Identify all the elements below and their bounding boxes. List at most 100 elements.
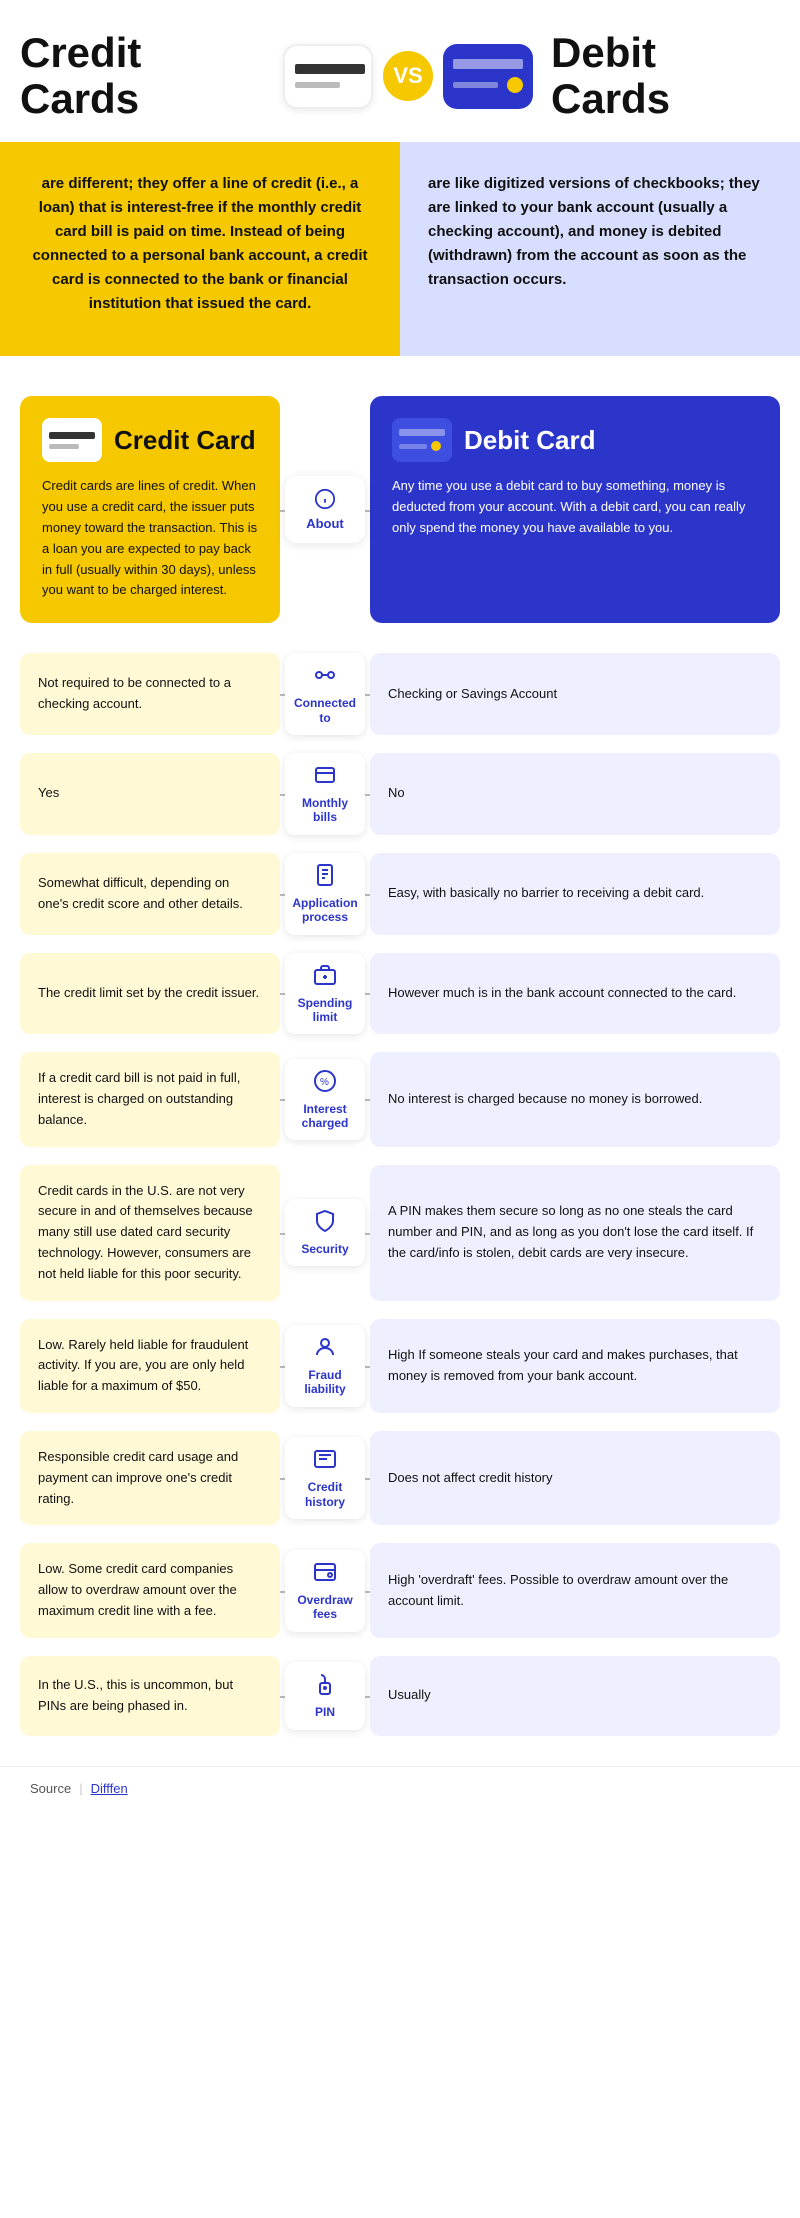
comp-right-cell-5: A PIN makes them secure so long as no on… (370, 1165, 780, 1301)
comp-center-cell-1: Monthly bills (280, 753, 370, 835)
comp-center-box-3: Spending limit (285, 953, 365, 1035)
comp-left-cell-5: Credit cards in the U.S. are not very se… (20, 1165, 280, 1301)
intro-debit-text: are like digitized versions of checkbook… (428, 175, 760, 288)
row-icon-4: % (313, 1069, 337, 1098)
comp-center-box-7: Credit history (285, 1437, 365, 1519)
comp-row: Responsible credit card usage and paymen… (20, 1431, 780, 1525)
row-label-6: Fraud liability (291, 1368, 359, 1397)
comp-right-cell-7: Does not affect credit history (370, 1431, 780, 1525)
comp-row: The credit limit set by the credit issue… (20, 953, 780, 1035)
row-label-8: Overdraw fees (291, 1593, 359, 1622)
comp-center-box-8: Overdraw fees (285, 1550, 365, 1632)
row-label-9: PIN (315, 1705, 335, 1719)
comp-center-cell-9: PIN (280, 1656, 370, 1736)
comp-center-cell-3: Spending limit (280, 953, 370, 1035)
vs-badge: VS (383, 51, 433, 101)
comp-center-cell-0: Connected to (280, 653, 370, 735)
icon-stripe-4 (399, 444, 427, 449)
comp-center-box-5: Security (285, 1199, 365, 1266)
comp-left-cell-8: Low. Some credit card companies allow to… (20, 1543, 280, 1637)
intro-section: are different; they offer a line of cred… (0, 142, 800, 356)
comp-row: In the U.S., this is uncommon, but PINs … (20, 1656, 780, 1736)
row-icon-9 (313, 1672, 337, 1701)
row-icon-7 (313, 1447, 337, 1476)
icon-stripe-2 (49, 444, 79, 449)
comp-row: Low. Some credit card companies allow to… (20, 1543, 780, 1637)
comp-center-box-2: Application process (285, 853, 365, 935)
comp-center-cell-7: Credit history (280, 1431, 370, 1525)
footer-divider: | (79, 1781, 82, 1796)
card-dot (507, 77, 523, 93)
credit-card-icon (283, 44, 373, 109)
card-stripe-4 (453, 82, 498, 88)
comparison-rows: Not required to be connected to a checki… (0, 623, 800, 1746)
comp-center-box-9: PIN (285, 1662, 365, 1729)
comp-right-cell-6: High If someone steals your card and mak… (370, 1319, 780, 1413)
comp-left-cell-3: The credit limit set by the credit issue… (20, 953, 280, 1035)
comp-left-cell-2: Somewhat difficult, depending on one's c… (20, 853, 280, 935)
comp-center-cell-4: % Interest charged (280, 1052, 370, 1146)
about-credit-header: Credit Card (42, 418, 258, 462)
about-debit-title: Debit Card (464, 426, 595, 455)
comp-right-cell-4: No interest is charged because no money … (370, 1052, 780, 1146)
comp-row: Low. Rarely held liable for fraudulent a… (20, 1319, 780, 1413)
comp-left-cell-4: If a credit card bill is not paid in ful… (20, 1052, 280, 1146)
about-debit-text: Any time you use a debit card to buy som… (392, 476, 758, 538)
comp-left-cell-6: Low. Rarely held liable for fraudulent a… (20, 1319, 280, 1413)
intro-credit: are different; they offer a line of cred… (0, 142, 400, 356)
about-credit-text: Credit cards are lines of credit. When y… (42, 476, 258, 601)
row-label-4: Interest charged (291, 1102, 359, 1131)
comp-left-cell-7: Responsible credit card usage and paymen… (20, 1431, 280, 1525)
row-icon-0 (313, 663, 337, 692)
about-debit-header: Debit Card (392, 418, 758, 462)
about-center-box: About (285, 476, 365, 543)
credit-header: Credit Cards (20, 30, 373, 122)
icon-dot (431, 441, 441, 451)
card-stripe-3 (453, 59, 523, 69)
comp-center-box-0: Connected to (285, 653, 365, 735)
svg-text:%: % (320, 1077, 329, 1088)
intro-debit: are like digitized versions of checkbook… (400, 142, 800, 356)
comp-right-cell-9: Usually (370, 1656, 780, 1736)
row-icon-2 (313, 863, 337, 892)
intro-credit-text: are different; they offer a line of cred… (32, 175, 367, 312)
comp-center-cell-5: Security (280, 1165, 370, 1301)
card-stripe-1 (295, 64, 365, 74)
comp-left-cell-9: In the U.S., this is uncommon, but PINs … (20, 1656, 280, 1736)
about-credit-title: Credit Card (114, 426, 256, 455)
about-label: About (306, 516, 344, 531)
comp-right-cell-0: Checking or Savings Account (370, 653, 780, 735)
row-icon-6 (313, 1335, 337, 1364)
icon-stripe-1 (49, 432, 95, 439)
row-label-1: Monthly bills (291, 796, 359, 825)
about-credit-card-icon (42, 418, 102, 462)
row-label-2: Application process (291, 896, 359, 925)
footer: Source | Difffen (0, 1766, 800, 1810)
comp-row: If a credit card bill is not paid in ful… (20, 1052, 780, 1146)
vs-label: VS (393, 63, 422, 89)
row-label-7: Credit history (291, 1480, 359, 1509)
about-debit-card-icon (392, 418, 452, 462)
footer-link[interactable]: Difffen (91, 1781, 128, 1796)
row-label-0: Connected to (291, 696, 359, 725)
comp-center-cell-8: Overdraw fees (280, 1543, 370, 1637)
comp-row: Not required to be connected to a checki… (20, 653, 780, 735)
spacer-1 (0, 356, 800, 396)
row-icon-1 (313, 763, 337, 792)
info-icon (314, 488, 336, 510)
row-icon-3 (313, 963, 337, 992)
comp-center-box-4: % Interest charged (285, 1059, 365, 1141)
about-section: Credit Card Credit cards are lines of cr… (0, 396, 800, 623)
row-icon-8 (313, 1560, 337, 1589)
comp-center-cell-2: Application process (280, 853, 370, 935)
comp-right-cell-3: However much is in the bank account conn… (370, 953, 780, 1035)
card-stripe-row (453, 77, 523, 93)
comp-right-cell-1: No (370, 753, 780, 835)
comp-row: Somewhat difficult, depending on one's c… (20, 853, 780, 935)
debit-header: Debit Cards (443, 30, 780, 122)
footer-source: Source (30, 1781, 71, 1796)
about-center: About (280, 396, 370, 623)
comp-right-cell-2: Easy, with basically no barrier to recei… (370, 853, 780, 935)
about-debit-card: Debit Card Any time you use a debit card… (370, 396, 780, 623)
about-credit-card: Credit Card Credit cards are lines of cr… (20, 396, 280, 623)
